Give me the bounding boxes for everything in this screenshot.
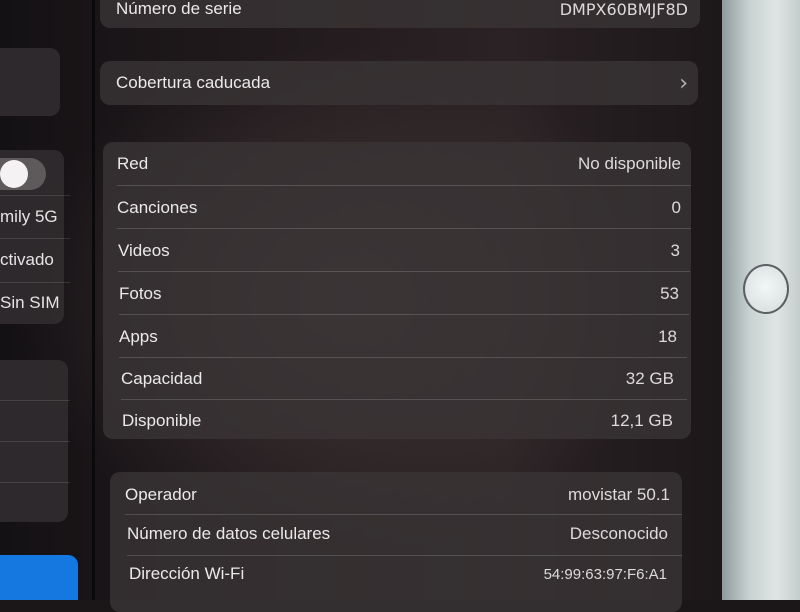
- info-value: 18: [658, 327, 677, 346]
- info-value: 3: [670, 241, 680, 260]
- coverage-row[interactable]: Cobertura caducada ›: [116, 62, 688, 104]
- sidebar-separator: [0, 400, 70, 401]
- sidebar-separator: [0, 238, 70, 239]
- info-label: Canciones: [117, 198, 198, 217]
- info-label: Fotos: [119, 284, 162, 303]
- info-row-disponible: Disponible 12,1 GB: [122, 400, 673, 442]
- sidebar-separator: [0, 441, 70, 442]
- row-separator: [119, 314, 689, 315]
- sidebar-separator: [0, 482, 70, 483]
- info-row-apps: Apps 18: [119, 316, 677, 358]
- info-row-fotos: Fotos 53: [119, 273, 679, 315]
- sidebar-item-cellular[interactable]: Sin SIM: [0, 293, 60, 313]
- sidebar-item-wifi[interactable]: mily 5G: [0, 207, 58, 227]
- sidebar-separator: [0, 282, 70, 283]
- home-button[interactable]: [743, 264, 789, 314]
- info-value: 12,1 GB: [610, 411, 673, 430]
- serial-value: DMPX60BMJF8D: [559, 0, 688, 19]
- serial-label: Número de serie: [116, 0, 242, 18]
- network-value: 54:99:63:97:F6:A1: [543, 565, 667, 583]
- wifi-toggle[interactable]: [0, 158, 46, 190]
- serial-row[interactable]: Número de serie DMPX60BMJF8D: [116, 0, 688, 30]
- network-label: Operador: [125, 485, 197, 504]
- info-row-videos: Videos 3: [118, 230, 680, 272]
- network-label: Número de datos celulares: [127, 524, 331, 543]
- split-view-divider: [92, 0, 95, 600]
- network-row-cellular-number: Número de datos celulares Desconocido: [127, 513, 668, 555]
- sidebar-card-top: [0, 48, 60, 116]
- network-value: movistar 50.1: [567, 485, 670, 504]
- toggle-knob: [0, 160, 28, 188]
- coverage-label: Cobertura caducada: [116, 73, 271, 92]
- row-separator: [117, 185, 691, 186]
- info-label: Capacidad: [121, 369, 203, 388]
- info-row-canciones: Canciones 0: [117, 187, 681, 229]
- row-separator: [117, 228, 691, 229]
- network-row-operador[interactable]: Operador movistar 50.1: [125, 474, 670, 516]
- info-row-capacidad: Capacidad 32 GB: [121, 358, 674, 400]
- network-value: Desconocido: [569, 524, 668, 543]
- info-row-red: Red No disponible: [117, 143, 681, 185]
- sidebar-item-bluetooth[interactable]: ctivado: [0, 250, 54, 270]
- info-value: 0: [671, 198, 681, 217]
- info-value: No disponible: [577, 154, 681, 173]
- sidebar-separator: [0, 195, 70, 196]
- info-value: 32 GB: [625, 369, 674, 388]
- info-label: Apps: [119, 327, 158, 346]
- row-separator: [118, 271, 690, 272]
- info-label: Disponible: [122, 411, 202, 430]
- info-label: Videos: [118, 241, 170, 260]
- network-row-wifi-address: Dirección Wi-Fi 54:99:63:97:F6:A1: [129, 553, 667, 595]
- sidebar-item-selected[interactable]: [0, 555, 78, 600]
- info-value: 53: [660, 284, 679, 303]
- chevron-right-icon: ›: [679, 70, 688, 96]
- info-label: Red: [117, 154, 149, 173]
- network-label: Dirección Wi-Fi: [129, 564, 245, 583]
